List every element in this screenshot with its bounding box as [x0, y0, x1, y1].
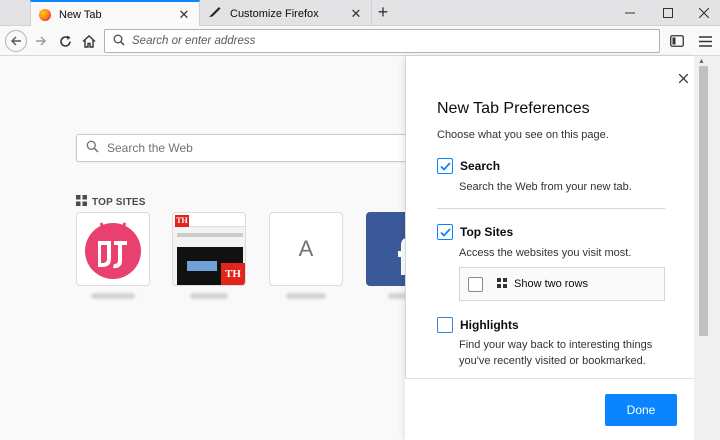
close-tab-icon[interactable]: ✕ — [177, 7, 191, 23]
tab-customize-firefox[interactable]: Customize Firefox ✕ — [200, 0, 372, 27]
top-site-tile[interactable]: TH TH — [172, 212, 246, 286]
top-sites-pref-label: Top Sites — [460, 225, 514, 239]
address-bar-placeholder: Search or enter address — [132, 35, 256, 47]
close-tab-icon[interactable]: ✕ — [349, 6, 363, 22]
search-pref-description: Search the Web from your new tab. — [459, 181, 632, 193]
top-sites-pref-description: Access the websites you visit most. — [459, 247, 632, 259]
highlights-pref-description-line1: Find your way back to interesting things — [459, 339, 653, 351]
scroll-up-arrow-icon[interactable]: ▲ — [698, 58, 705, 65]
show-two-rows-checkbox[interactable] — [468, 276, 483, 292]
home-icon[interactable] — [78, 30, 100, 52]
top-sites-pref-row[interactable]: Top Sites — [437, 224, 513, 240]
search-checkbox[interactable] — [437, 158, 453, 174]
checkmark-icon — [439, 161, 451, 171]
top-site-tile[interactable]: A — [269, 212, 343, 286]
reload-icon[interactable] — [54, 30, 76, 52]
done-button[interactable]: Done — [605, 394, 677, 426]
panel-footer: Done — [405, 378, 694, 440]
web-search-placeholder: Search the Web — [107, 141, 193, 155]
sidebar-icon[interactable] — [666, 30, 688, 52]
android-dev-logo-icon — [81, 217, 145, 284]
firefox-logo-icon — [39, 8, 51, 21]
close-icon[interactable] — [678, 71, 689, 86]
checkmark-icon — [439, 227, 451, 237]
tab-new-tab[interactable]: New Tab ✕ — [30, 0, 200, 27]
tab-title: Customize Firefox — [230, 7, 319, 20]
search-pref-label: Search — [460, 159, 501, 173]
highlights-pref-row[interactable]: Highlights — [437, 317, 519, 333]
back-arrow-icon[interactable] — [5, 30, 27, 52]
panel-title: New Tab Preferences — [437, 100, 590, 117]
show-two-rows-label: Show two rows — [514, 278, 588, 290]
address-bar[interactable]: Search or enter address — [104, 29, 660, 53]
top-site-label-blurred — [269, 293, 343, 301]
scrollbar-thumb[interactable] — [699, 66, 708, 336]
hamburger-menu-icon[interactable] — [694, 30, 716, 52]
top-sites-heading: TOP SITES — [76, 195, 146, 209]
search-icon — [113, 34, 125, 49]
maximize-icon[interactable] — [650, 0, 686, 26]
new-tab-plus-icon[interactable]: + — [372, 0, 394, 26]
panel-subtitle: Choose what you see on this page. — [437, 129, 609, 141]
tab-title: New Tab — [59, 8, 102, 21]
paintbrush-icon — [208, 6, 222, 21]
web-search-input[interactable]: Search the Web — [76, 134, 416, 162]
minimize-icon[interactable] — [612, 0, 648, 26]
grid-icon — [497, 277, 507, 291]
tile-letter: A — [298, 236, 314, 261]
navigation-toolbar: Search or enter address — [0, 26, 720, 56]
top-sites-checkbox[interactable] — [437, 224, 453, 240]
site-thumbnail: TH TH — [173, 213, 245, 285]
grid-icon — [76, 195, 87, 209]
highlights-pref-description-line2: you've recently visited or bookmarked. — [459, 355, 646, 367]
top-site-label-blurred — [172, 293, 246, 301]
forward-arrow-icon[interactable] — [30, 30, 52, 52]
top-site-tile[interactable] — [76, 212, 150, 286]
divider — [437, 208, 665, 209]
highlights-checkbox[interactable] — [437, 317, 453, 333]
show-two-rows-option[interactable]: Show two rows — [459, 267, 665, 301]
tab-strip: New Tab ✕ Customize Firefox ✕ + — [0, 0, 720, 27]
top-sites-label: TOP SITES — [92, 196, 146, 208]
search-icon — [86, 140, 99, 156]
top-site-label-blurred — [76, 293, 150, 301]
window-close-icon[interactable] — [686, 0, 720, 26]
search-pref-row[interactable]: Search — [437, 158, 500, 174]
highlights-pref-label: Highlights — [460, 318, 519, 332]
